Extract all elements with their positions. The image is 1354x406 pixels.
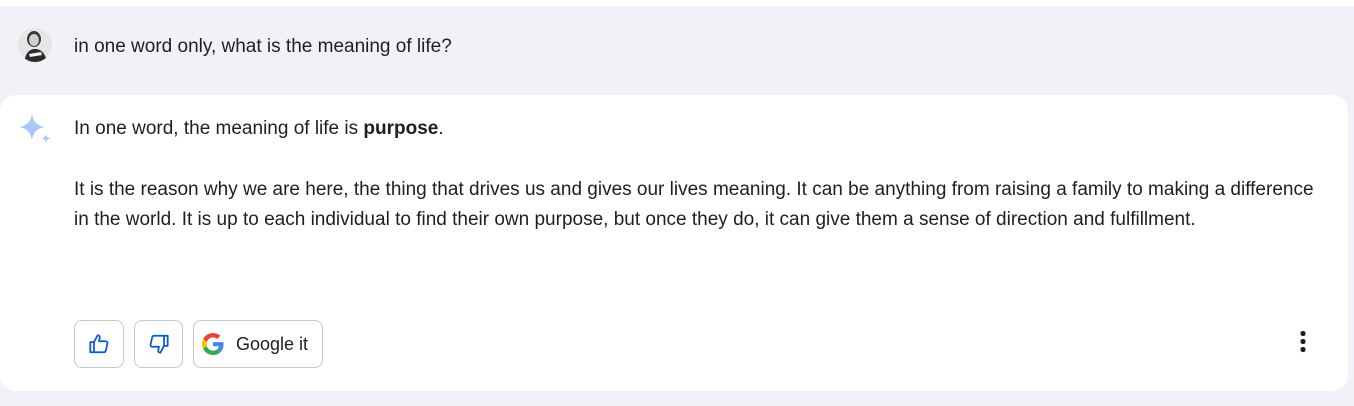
response-card: In one word, the meaning of life is purp… [0,95,1348,391]
response-headline: In one word, the meaning of life is purp… [74,118,444,140]
google-it-button[interactable]: Google it [193,320,323,368]
google-it-label: Google it [236,333,309,354]
thumbs-down-icon [149,334,169,354]
more-options-button[interactable] [1290,327,1316,357]
thumbs-up-button[interactable] [74,320,124,368]
response-headline-prefix: In one word, the meaning of life is [74,118,364,139]
thumbs-down-button[interactable] [134,320,183,368]
google-g-icon [202,333,224,355]
sparkle-icon [17,112,53,146]
more-vertical-icon [1300,330,1306,353]
avatar-image [18,28,52,62]
user-prompt-row: in one word only, what is the meaning of… [0,6,1354,90]
prompt-text: in one word only, what is the meaning of… [74,36,452,57]
response-headline-suffix: . [438,118,444,139]
user-avatar[interactable] [18,28,52,62]
response-paragraph: It is the reason why we are here, the th… [74,179,1314,230]
response-headline-bold: purpose [363,118,439,139]
thumbs-up-icon [89,334,109,354]
